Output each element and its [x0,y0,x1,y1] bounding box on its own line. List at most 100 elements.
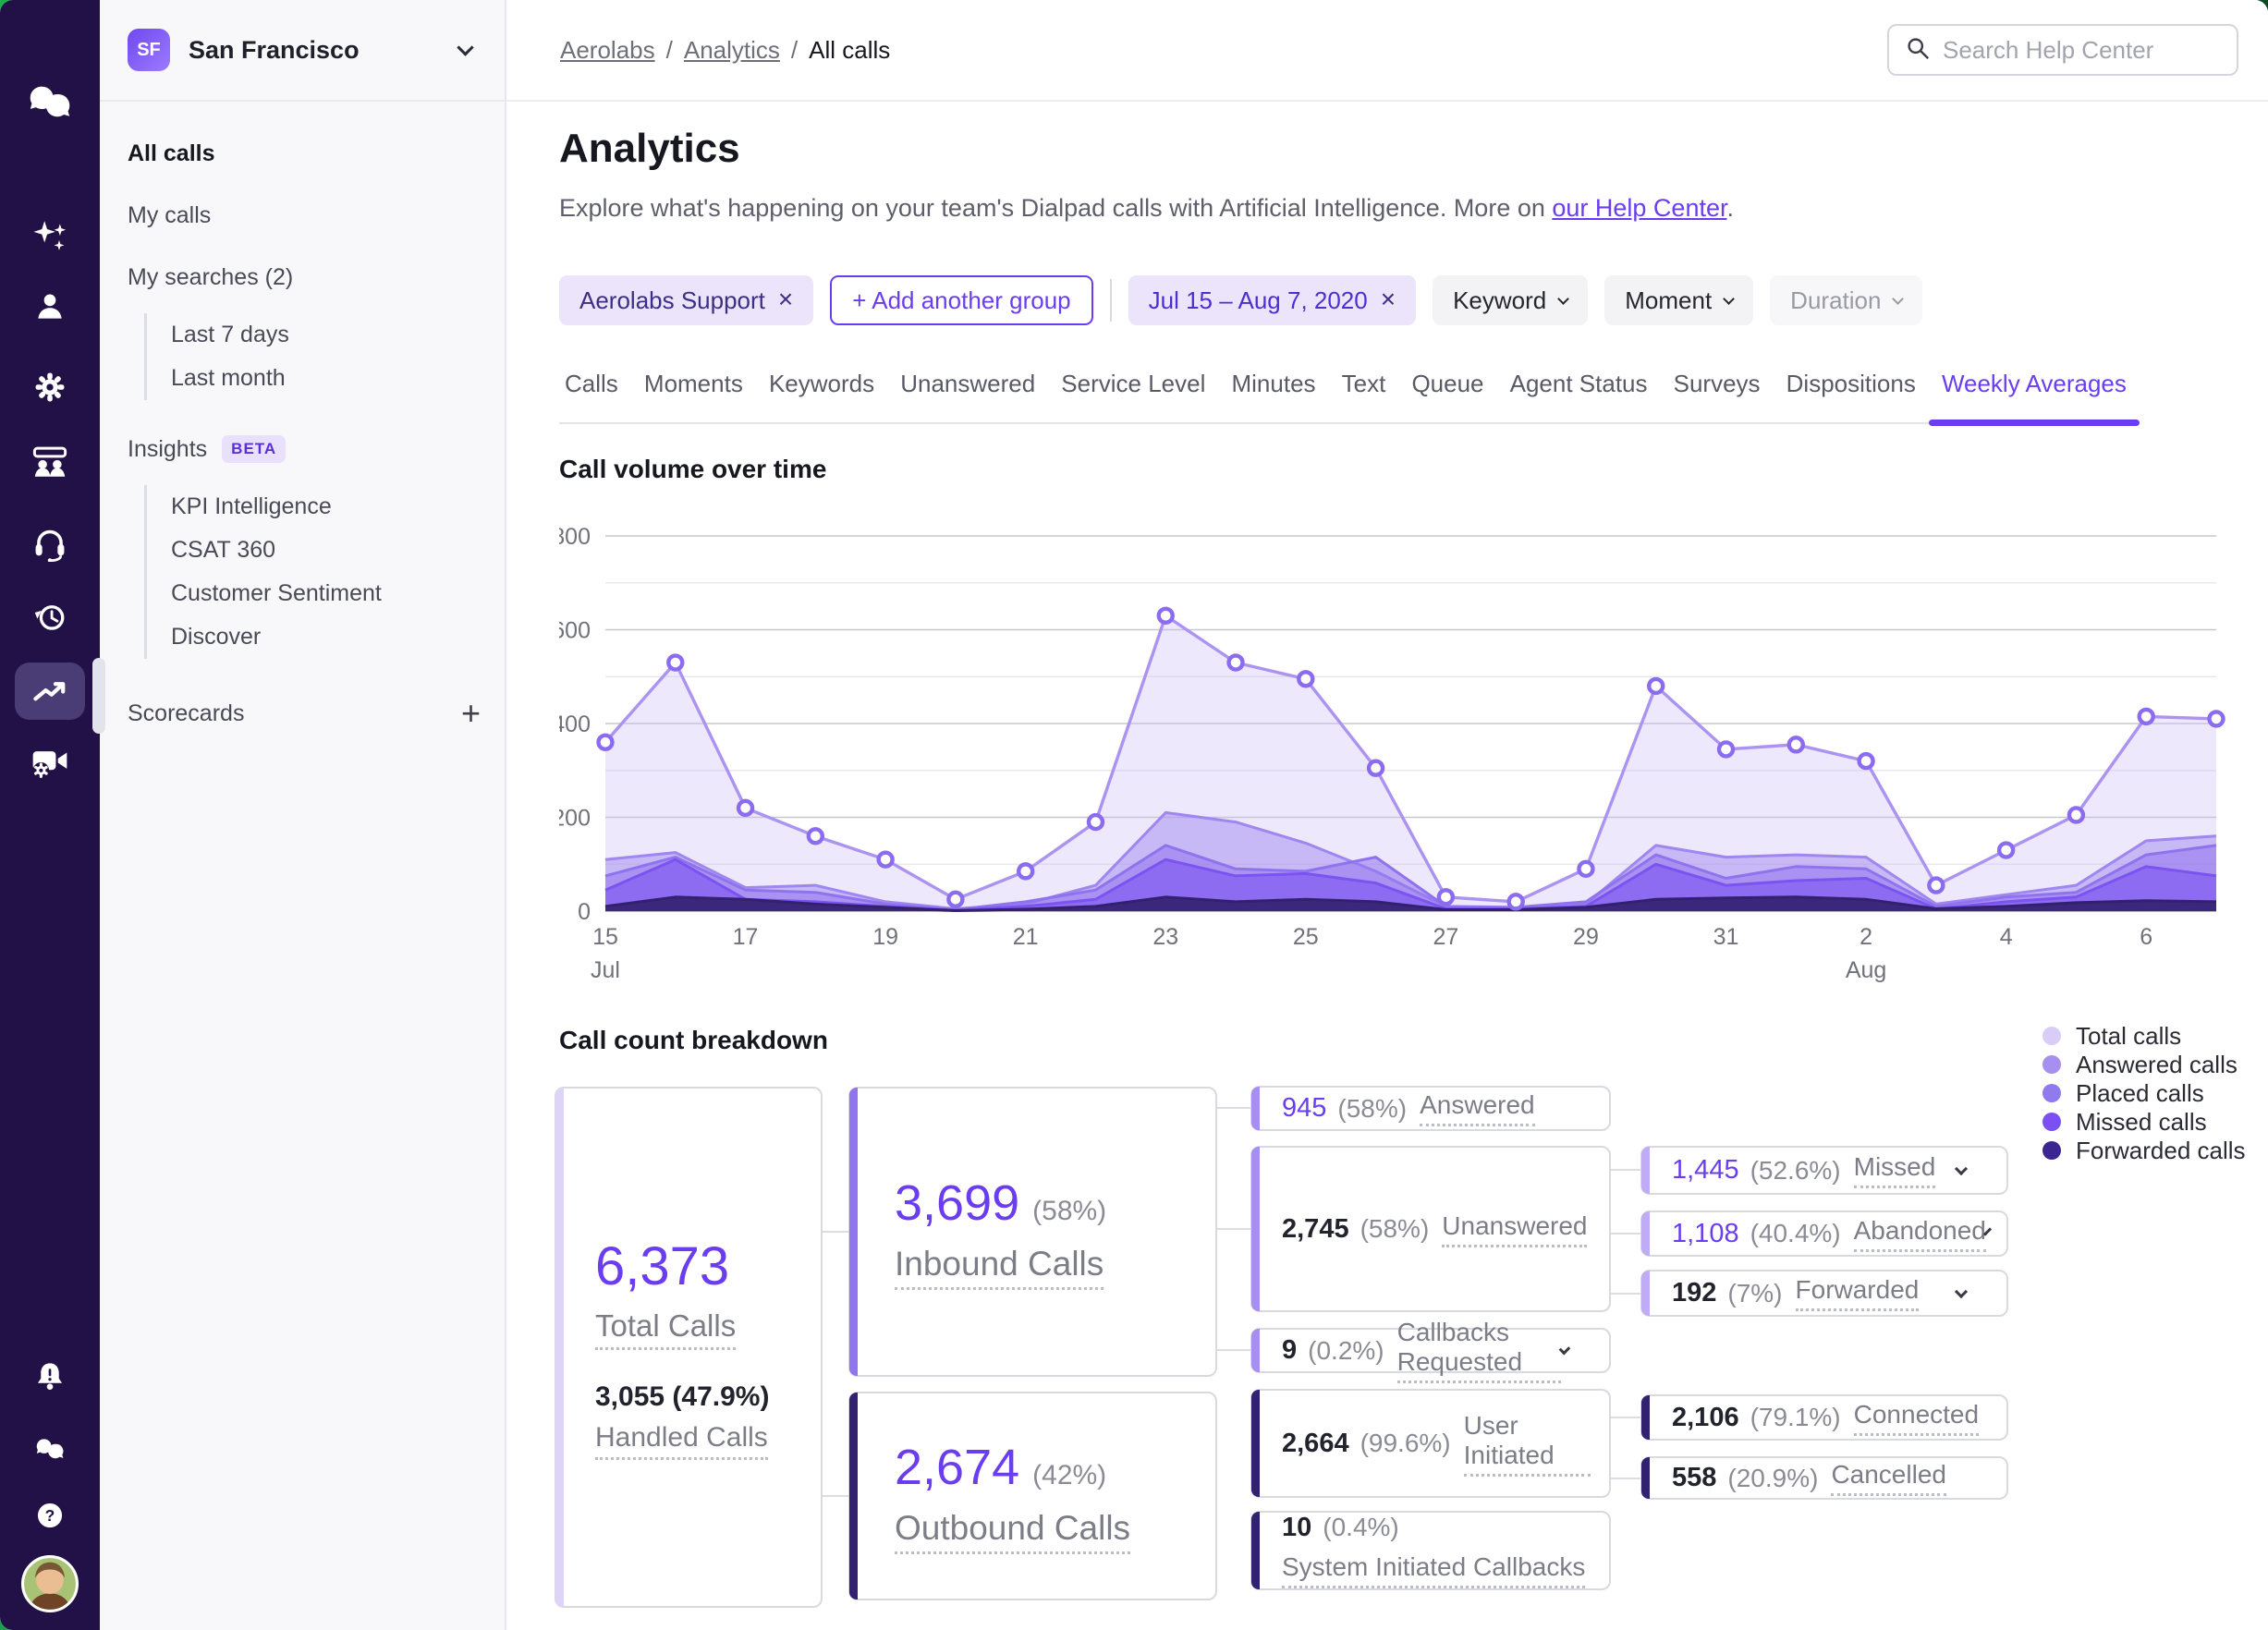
cancelled-value: 558 [1672,1463,1717,1492]
connector [821,1231,850,1233]
chip-label: Duration [1790,286,1882,314]
connector [1215,1228,1250,1230]
legend-label: Missed calls [2076,1107,2207,1136]
answered-box: 945 (58%) Answered [1250,1086,1611,1131]
y-tick-label: 200 [559,806,591,832]
help-center-link[interactable]: our Help Center [1552,194,1726,222]
office-badge: SF [128,29,170,71]
callbacks-value: 9 [1282,1335,1298,1365]
help-search-box[interactable] [1887,24,2252,76]
forwarded-box: 192 (7%) Forwarded [1640,1270,2008,1317]
unanswered-pct: (58%) [1360,1214,1430,1243]
sidebar: SF San Francisco All calls My calls My sea… [100,0,506,1630]
filter-chip-add-another-group[interactable]: + Add another group [830,275,1093,325]
coaching-icon[interactable] [15,433,85,491]
chevron-down-icon[interactable] [457,38,474,56]
tab-text[interactable]: Text [1336,370,1392,398]
unanswered-value: 2,745 [1282,1213,1349,1244]
sidebar-subgroup: Last 7 days Last month [144,313,481,400]
bell-icon[interactable] [15,1348,85,1405]
sidebar-item-last-month[interactable]: Last month [171,357,481,400]
callbacks-pct: (0.2%) [1308,1335,1384,1365]
sidebar-item-customer-sentiment[interactable]: Customer Sentiment [171,572,481,615]
tab-service-level[interactable]: Service Level [1055,370,1211,398]
breadcrumb: Aerolabs / Analytics / All calls [560,36,890,65]
tab-moments[interactable]: Moments [639,370,749,398]
answered-value: 945 [1282,1093,1327,1123]
filter-chip-keyword[interactable]: Keyword [1433,275,1589,325]
tab-agent-status[interactable]: Agent Status [1505,370,1653,398]
sidebar-item-kpi-intelligence[interactable]: KPI Intelligence [171,485,481,529]
sidebar-item-csat-360[interactable]: CSAT 360 [171,529,481,572]
tab-weekly-averages[interactable]: Weekly Averages [1928,370,2140,426]
sidebar-item-all-calls[interactable]: All calls [128,140,481,167]
outbound-value: 2,674 [895,1439,1020,1495]
legend-label: Forwarded calls [2076,1136,2246,1164]
gear-icon[interactable] [15,359,85,416]
sidebar-item-insights[interactable]: Insights BETA [128,435,481,463]
help-icon[interactable]: ? [15,1487,85,1544]
main-header: Aerolabs / Analytics / All calls [506,0,2268,102]
connector [1215,1349,1250,1351]
person-icon[interactable] [15,278,85,335]
filter-chip-moment[interactable]: Moment [1604,275,1754,325]
data-point-marker [1506,893,1525,911]
user-initiated-label: User Initiated [1463,1411,1591,1477]
connected-box: 2,106 (79.1%) Connected [1640,1394,2008,1441]
tab-queue[interactable]: Queue [1406,370,1489,398]
missed-box: 1,445 (52.6%) Missed [1640,1146,2008,1195]
chip-label: Keyword [1453,286,1547,314]
y-tick-label: 600 [559,618,591,644]
tab-surveys[interactable]: Surveys [1668,370,1766,398]
history-icon[interactable] [15,589,85,646]
chevron-down-icon[interactable] [1954,1162,1969,1175]
sidebar-subgroup: KPI Intelligence CSAT 360 Customer Sentime… [144,485,481,659]
outbound-calls-box: 2,674 (42%) Outbound Calls [848,1392,1217,1600]
x-tick-label: 23 [1152,924,1178,950]
data-point-marker [1577,859,1595,879]
y-tick-label: 0 [578,899,591,925]
breadcrumb-aerolabs[interactable]: Aerolabs [560,36,655,64]
trending-icon[interactable] [15,663,85,720]
headset-icon[interactable] [15,515,85,572]
search-input[interactable] [1943,35,2252,65]
tab-minutes[interactable]: Minutes [1225,370,1321,398]
tab-keywords[interactable]: Keywords [763,370,880,398]
connected-value: 2,106 [1672,1402,1739,1432]
system-callbacks-pct: (0.4%) [1323,1513,1399,1541]
breadcrumb-analytics[interactable]: Analytics [684,36,780,64]
chevron-down-icon [1557,292,1570,305]
system-callbacks-label: System Initiated Callbacks [1282,1552,1586,1588]
filter-chip-aerolabs-support[interactable]: Aerolabs Support × [559,275,814,325]
chart-legend: Total calls Answered calls Placed calls Mis… [2042,1022,2246,1165]
sidebar-item-scorecards[interactable]: Scorecards + [128,694,481,733]
x-tick-label: 19 [872,924,898,950]
video-gear-icon[interactable] [15,734,85,791]
connector [1609,1293,1640,1295]
tab-bar: Calls Moments Keywords Unanswered Service Le… [559,370,2140,426]
office-switcher[interactable]: SF San Francisco [100,0,505,102]
sidebar-item-my-searches-2[interactable]: My searches (2) [128,264,481,291]
close-icon[interactable]: × [778,286,793,312]
sidebar-item-discover[interactable]: Discover [171,615,481,659]
add-scorecard-button[interactable]: + [461,694,481,733]
tab-unanswered[interactable]: Unanswered [895,370,1041,398]
tab-calls[interactable]: Calls [559,370,624,398]
close-icon[interactable]: × [1381,286,1396,312]
dialpad-glyph-icon[interactable] [15,1419,85,1477]
sidebar-scrollbar-thumb[interactable] [92,658,105,734]
data-point-marker [876,850,895,869]
filter-chip-duration[interactable]: Duration [1770,275,1923,325]
connector [1609,1233,1640,1235]
avatar[interactable] [15,1555,85,1612]
filter-chip-jul-15-aug-7-2020[interactable]: Jul 15 – Aug 7, 2020 × [1128,275,1417,325]
legend-item-forwarded-calls: Forwarded calls [2042,1137,2246,1164]
sparkles-icon[interactable] [15,207,85,264]
chip-label: + Add another group [852,286,1071,314]
chevron-down-icon[interactable] [1954,1284,1969,1298]
data-point-marker [1436,888,1456,906]
chip-divider [1109,279,1112,322]
tab-dispositions[interactable]: Dispositions [1781,370,1921,398]
sidebar-item-my-calls[interactable]: My calls [128,202,481,229]
sidebar-item-last-7-days[interactable]: Last 7 days [171,313,481,357]
